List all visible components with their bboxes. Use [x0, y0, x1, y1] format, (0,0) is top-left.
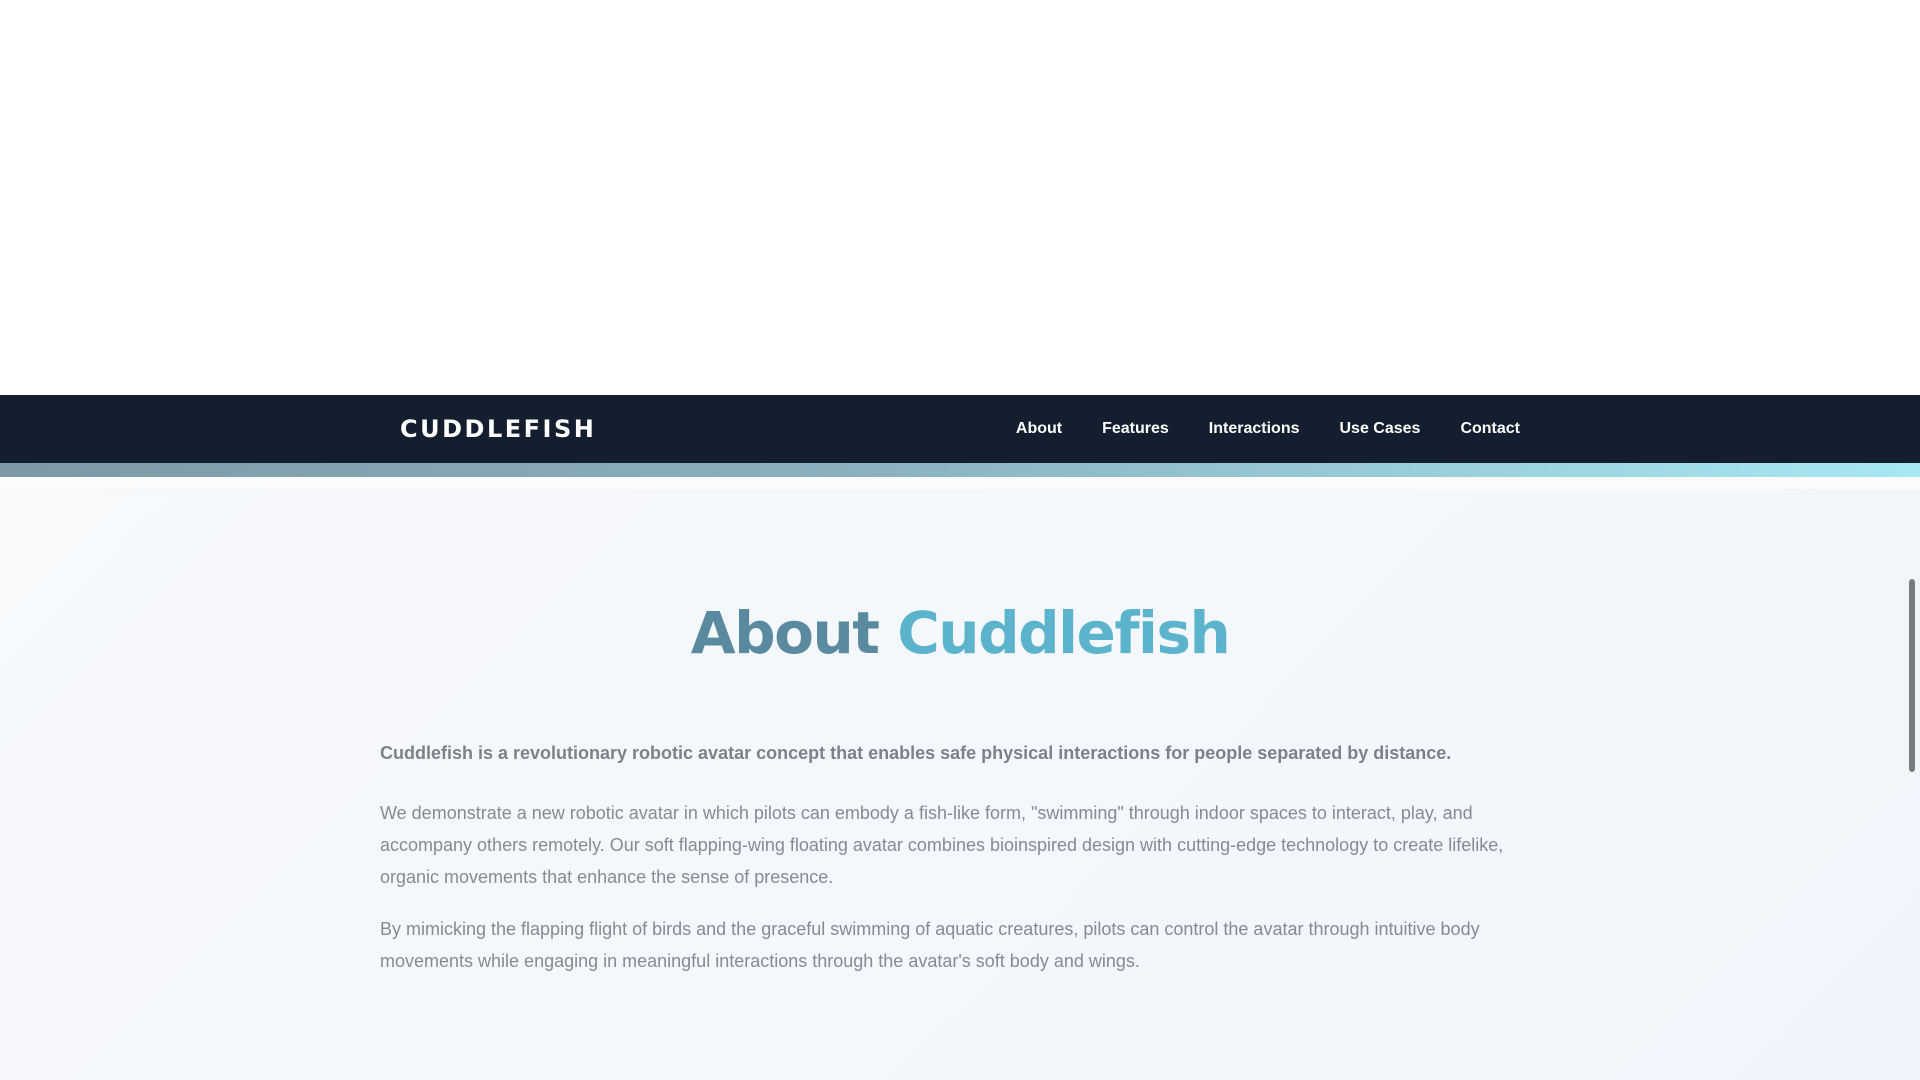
page: CUDDLEFISH About Features Interactions U…: [0, 0, 1920, 1080]
navbar-inner: CUDDLEFISH About Features Interactions U…: [400, 395, 1520, 463]
about-paragraph-1: We demonstrate a new robotic avatar in w…: [380, 803, 1504, 887]
logo[interactable]: CUDDLEFISH: [400, 395, 596, 463]
about-title-brand: Cuddlefish: [897, 599, 1231, 667]
nav-link-features[interactable]: Features: [1102, 420, 1169, 438]
scrollbar-thumb[interactable]: [1909, 579, 1915, 772]
nav-link-use-cases[interactable]: Use Cases: [1339, 420, 1420, 438]
about-paragraph-2: By mimicking the flapping flight of bird…: [380, 919, 1480, 971]
about-title-prefix: About: [690, 599, 880, 667]
divider-gap: [0, 477, 1920, 489]
nav-link-about[interactable]: About: [1016, 420, 1062, 438]
gradient-divider: [0, 463, 1920, 477]
about-body: Cuddlefish is a revolutionary robotic av…: [380, 739, 1550, 997]
navbar: CUDDLEFISH About Features Interactions U…: [0, 395, 1920, 463]
nav-links: About Features Interactions Use Cases Co…: [976, 395, 1520, 463]
nav-link-interactions[interactable]: Interactions: [1209, 420, 1300, 438]
nav-link-contact[interactable]: Contact: [1460, 420, 1520, 438]
top-blank-area: [0, 0, 1920, 395]
about-section: About Cuddlefish Cuddlefish is a revolut…: [0, 489, 1920, 1080]
about-lead: Cuddlefish is a revolutionary robotic av…: [380, 743, 1452, 763]
about-title: About Cuddlefish: [0, 599, 1920, 667]
